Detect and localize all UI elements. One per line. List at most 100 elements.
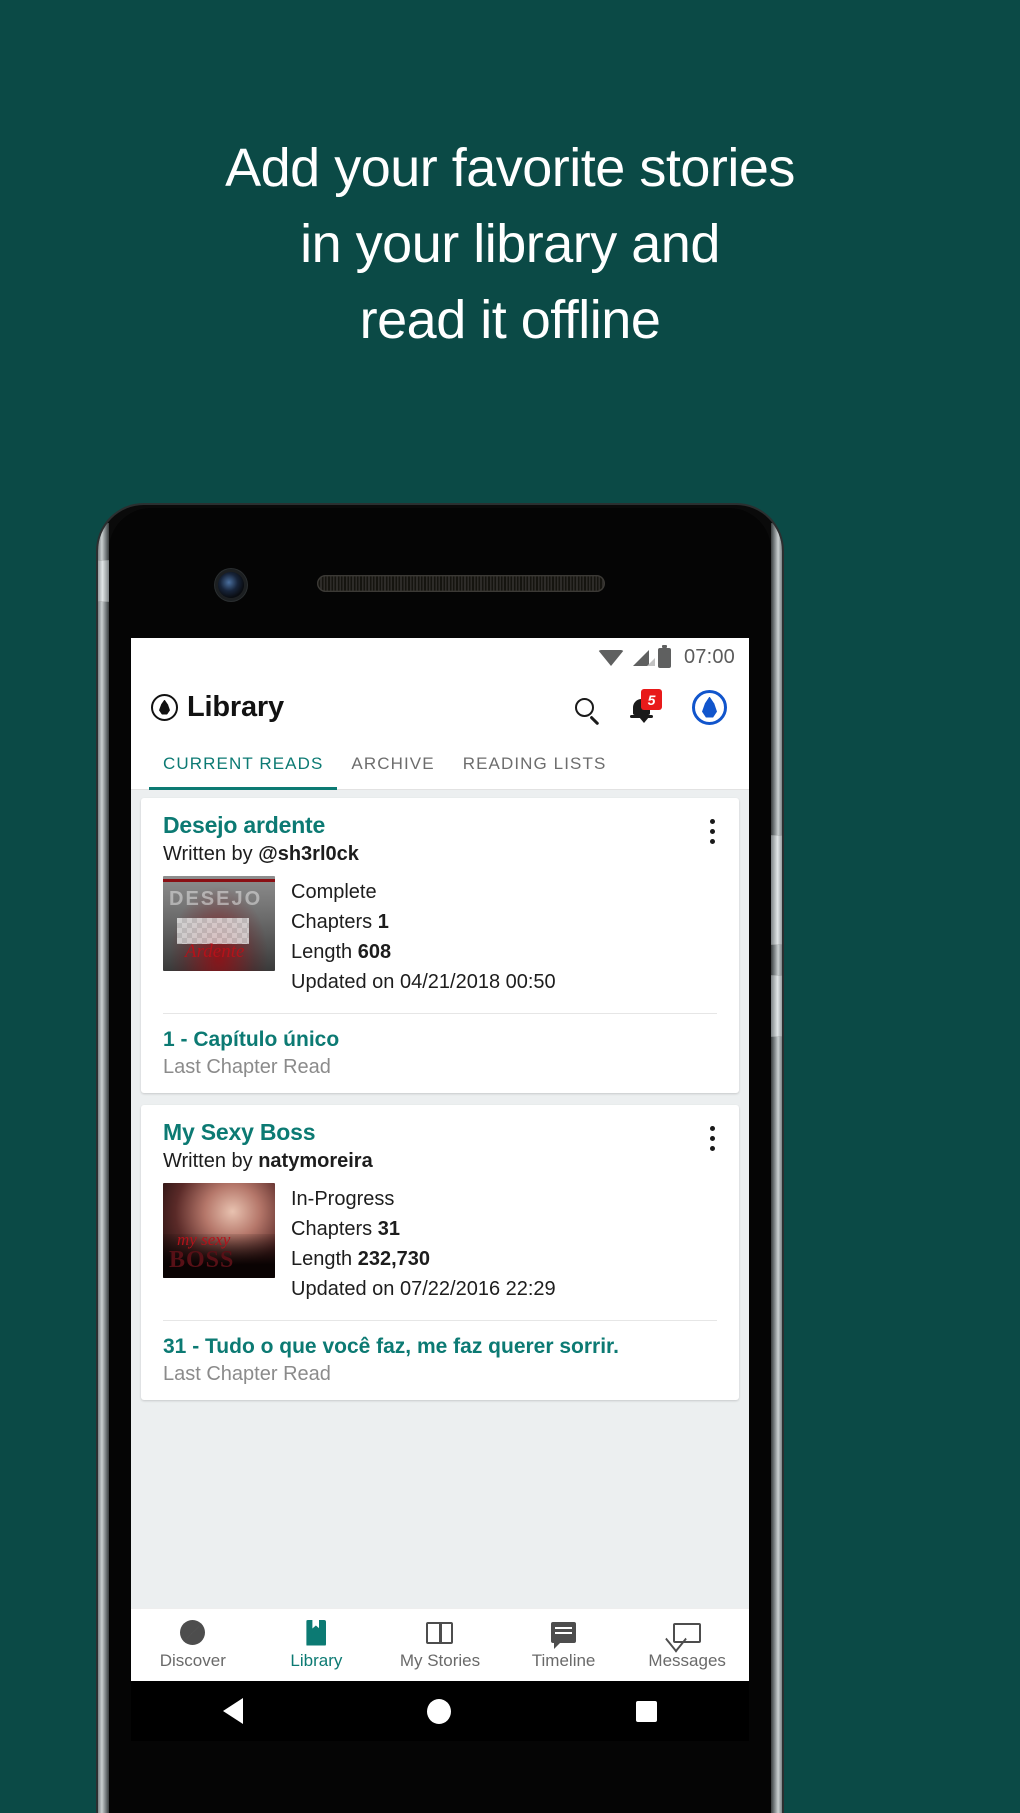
headline-line-2: in your library and	[300, 214, 720, 274]
nav-label-library: Library	[290, 1650, 343, 1670]
phone-body: 07:00 Library 5 CURRENT READS ARCHIVE RE…	[109, 508, 771, 1813]
last-chapter-label: Last Chapter Read	[163, 1056, 331, 1078]
status-bar: 07:00	[131, 638, 749, 676]
story-card-heading: Desejo ardente Written by @sh3rl0ck	[163, 812, 699, 866]
story-status: Complete	[291, 881, 377, 903]
notifications-button[interactable]: 5	[630, 689, 662, 723]
tab-bar: CURRENT READS ARCHIVE READING LISTS	[131, 738, 749, 790]
story-length-value: 608	[357, 941, 392, 963]
wifi-icon	[597, 650, 624, 666]
story-card-header: Desejo ardente Written by @sh3rl0ck	[141, 812, 739, 866]
app-bar: Library 5	[131, 676, 749, 738]
story-card[interactable]: Desejo ardente Written by @sh3rl0ck DESE…	[141, 798, 739, 1093]
promo-headline: Add your favorite stories in your librar…	[0, 130, 1020, 358]
tab-current-reads[interactable]: CURRENT READS	[149, 738, 338, 790]
story-author-prefix: Written by	[163, 843, 259, 865]
story-card-body: DESEJO Ardente Complete Chapters 1 Lengt…	[141, 866, 739, 997]
story-chapters-label: Chapters	[291, 911, 378, 933]
story-cover-title: BOSS	[169, 1247, 235, 1273]
cellular-signal-icon	[632, 650, 655, 666]
story-card-header: My Sexy Boss Written by natymoreira	[141, 1119, 739, 1173]
kebab-menu-icon[interactable]	[699, 812, 725, 866]
nav-label-messages: Messages	[648, 1650, 726, 1670]
story-title[interactable]: Desejo ardente	[163, 812, 699, 839]
front-camera-icon	[218, 572, 244, 598]
search-icon[interactable]	[575, 697, 594, 717]
status-bar-time: 07:00	[683, 645, 735, 668]
story-cover-title: DESEJO	[169, 888, 263, 910]
story-length: Length 608	[291, 937, 556, 967]
story-author-prefix: Written by	[163, 1150, 259, 1172]
nav-label-timeline: Timeline	[531, 1650, 596, 1670]
story-updated: Updated on 04/21/2018 00:50	[291, 971, 556, 993]
last-chapter-title[interactable]: 1 - Capítulo único	[163, 1028, 717, 1052]
nav-item-library[interactable]: Library	[255, 1619, 379, 1671]
tab-reading-lists[interactable]: READING LISTS	[449, 738, 621, 789]
app-brand: Library	[151, 691, 284, 724]
nav-item-timeline[interactable]: Timeline	[502, 1620, 626, 1671]
recents-square-icon[interactable]	[635, 1700, 657, 1722]
story-list[interactable]: Desejo ardente Written by @sh3rl0ck DESE…	[131, 790, 749, 1608]
last-chapter-block[interactable]: 31 - Tudo o que você faz, me faz querer …	[141, 1321, 739, 1390]
nav-item-my-stories[interactable]: My Stories	[378, 1620, 502, 1671]
phone-left-rail	[98, 523, 109, 1813]
story-chapters-label: Chapters	[291, 1218, 378, 1240]
story-author-name[interactable]: natymoreira	[258, 1150, 373, 1172]
volume-button[interactable]	[771, 835, 782, 945]
story-author: Written by @sh3rl0ck	[163, 843, 699, 866]
android-navigation-bar	[131, 1681, 749, 1741]
nav-item-discover[interactable]: Discover	[131, 1620, 255, 1671]
story-chapters-value: 31	[377, 1218, 400, 1240]
phone-screen: 07:00 Library 5 CURRENT READS ARCHIVE RE…	[131, 638, 749, 1681]
power-button[interactable]	[771, 975, 782, 1037]
story-author-name[interactable]: @sh3rl0ck	[258, 843, 359, 865]
tab-archive[interactable]: ARCHIVE	[337, 738, 448, 789]
nav-label-my-stories: My Stories	[399, 1650, 481, 1670]
sim-tray	[98, 560, 109, 602]
story-card-heading: My Sexy Boss Written by natymoreira	[163, 1119, 699, 1173]
bookmark-icon	[306, 1619, 327, 1646]
profile-avatar-icon[interactable]	[692, 689, 727, 725]
story-updated: Updated on 07/22/2016 22:29	[291, 1278, 556, 1300]
last-chapter-label: Last Chapter Read	[163, 1363, 331, 1385]
story-metadata: In-Progress Chapters 31 Length 232,730 U…	[291, 1183, 556, 1304]
back-triangle-icon[interactable]	[223, 1698, 244, 1724]
last-chapter-title[interactable]: 31 - Tudo o que você faz, me faz querer …	[163, 1335, 717, 1359]
story-title[interactable]: My Sexy Boss	[163, 1119, 699, 1146]
comment-icon	[551, 1620, 577, 1649]
nav-label-discover: Discover	[159, 1650, 226, 1670]
story-length-label: Length	[291, 1248, 358, 1270]
home-circle-icon[interactable]	[427, 1698, 452, 1724]
mail-icon	[673, 1620, 702, 1646]
headline-line-1: Add your favorite stories	[225, 138, 795, 198]
story-cover-script: Ardente	[185, 941, 245, 962]
story-card-body: my sexy BOSS In-Progress Chapters 31 Len…	[141, 1173, 739, 1304]
story-chapters: Chapters 1	[291, 907, 556, 937]
battery-icon	[657, 644, 671, 668]
bottom-navigation: Discover Library My Stories Timeline Mes…	[131, 1608, 749, 1681]
compass-icon	[180, 1620, 206, 1646]
open-book-icon	[426, 1620, 454, 1646]
story-author: Written by natymoreira	[163, 1150, 699, 1173]
story-chapters: Chapters 31	[291, 1214, 556, 1244]
last-chapter-block[interactable]: 1 - Capítulo único Last Chapter Read	[141, 1014, 739, 1083]
phone-mockup: 07:00 Library 5 CURRENT READS ARCHIVE RE…	[98, 505, 782, 1813]
wattpad-flame-icon	[151, 693, 178, 721]
phone-right-rail	[771, 523, 782, 1813]
story-length-label: Length	[291, 941, 358, 963]
story-card[interactable]: My Sexy Boss Written by natymoreira my s…	[141, 1105, 739, 1400]
nav-item-messages[interactable]: Messages	[625, 1620, 749, 1671]
notification-badge: 5	[641, 689, 662, 710]
story-length: Length 232,730	[291, 1244, 556, 1274]
app-bar-actions: 5	[575, 689, 731, 725]
kebab-menu-icon[interactable]	[699, 1119, 725, 1173]
page-title: Library	[187, 690, 284, 723]
story-status: In-Progress	[291, 1188, 395, 1210]
story-cover-image[interactable]: my sexy BOSS	[163, 1183, 275, 1278]
story-chapters-value: 1	[377, 911, 389, 933]
story-cover-image[interactable]: DESEJO Ardente	[163, 876, 275, 971]
story-metadata: Complete Chapters 1 Length 608 Updated o…	[291, 876, 556, 997]
earpiece-speaker	[317, 575, 605, 592]
story-length-value: 232,730	[357, 1248, 431, 1270]
headline-line-3: read it offline	[359, 290, 661, 350]
